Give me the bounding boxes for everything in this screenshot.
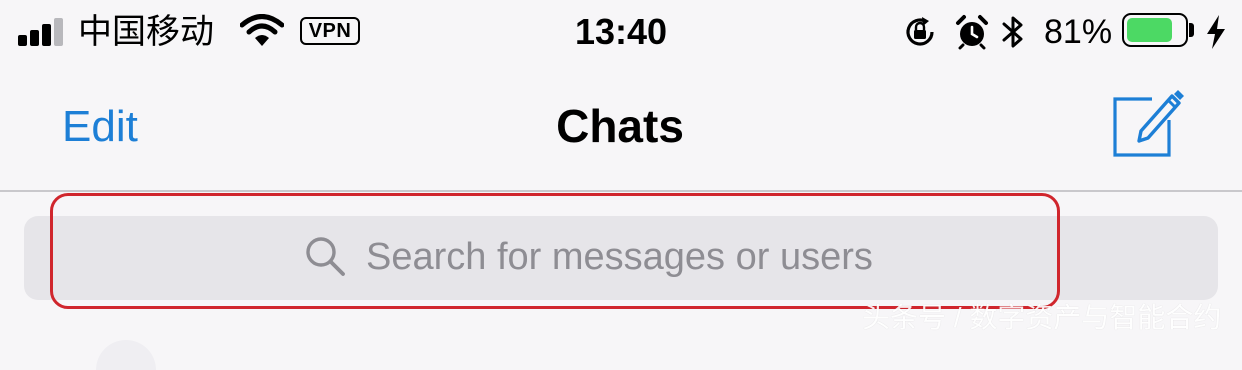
bluetooth-icon (1002, 16, 1023, 48)
alarm-icon (956, 15, 988, 50)
compose-icon[interactable] (1108, 86, 1184, 162)
vpn-badge: VPN (300, 17, 360, 45)
search-icon (306, 237, 345, 276)
chat-avatar-partial (96, 340, 156, 370)
battery-nub (1189, 23, 1194, 37)
battery-percentage: 81% (1044, 13, 1113, 51)
nav-divider (0, 190, 1242, 192)
search-input[interactable] (366, 226, 1066, 288)
carrier-name: 中国移动 (78, 13, 214, 51)
battery-icon (1122, 13, 1188, 47)
battery-level-fill (1127, 18, 1172, 42)
charging-icon (1207, 15, 1225, 49)
status-bar: 中国移动 VPN 13:40 81% (0, 0, 1242, 66)
orientation-lock-icon (906, 17, 934, 46)
wifi-icon (240, 14, 284, 46)
edit-button[interactable]: Edit (62, 100, 138, 154)
status-time: 13:40 (574, 11, 668, 52)
watermark-text: 头条号 / 数字资产与智能合约 (862, 302, 1222, 333)
signal-icon (18, 16, 66, 46)
page-title: Chats (556, 100, 684, 152)
